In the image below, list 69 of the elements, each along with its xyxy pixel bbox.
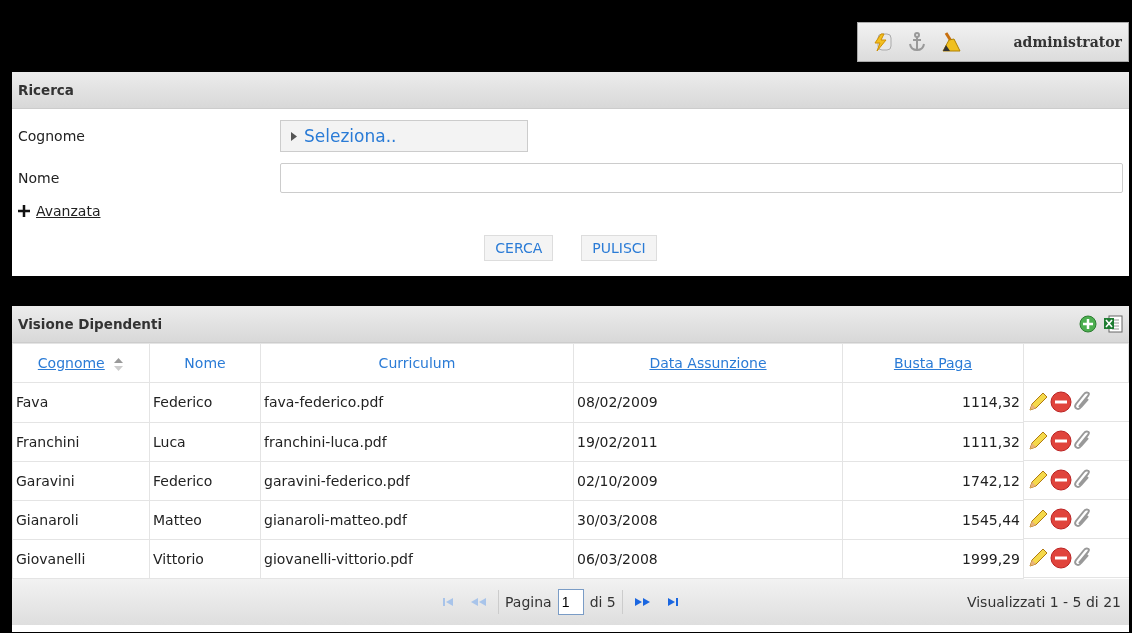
table-cell: 30/03/2008 <box>573 500 843 539</box>
broom-icon[interactable] <box>940 31 962 53</box>
paperclip-icon[interactable] <box>1073 469 1093 491</box>
sort-icon[interactable] <box>113 357 125 371</box>
table-cell: fava-federico.pdf <box>260 382 574 422</box>
select-dropdown[interactable]: Seleziona.. <box>280 120 528 152</box>
last-page-icon[interactable] <box>665 597 678 606</box>
remove-icon[interactable] <box>1050 430 1072 452</box>
anchor-icon[interactable] <box>906 31 928 53</box>
action-button[interactable]: CERCA <box>484 235 554 261</box>
table-cell: gianaroli-matteo.pdf <box>260 500 574 539</box>
paperclip-icon[interactable] <box>1073 430 1093 452</box>
next-page-icon[interactable] <box>633 597 650 606</box>
table-cell: Luca <box>149 422 261 461</box>
remove-icon[interactable] <box>1050 547 1072 569</box>
table-cell: Vittorio <box>149 539 261 578</box>
paperclip-icon[interactable] <box>1073 508 1093 530</box>
column-header[interactable]: Cognome <box>37 355 105 371</box>
pencil-icon[interactable] <box>1027 508 1049 530</box>
column-header: Curriculum <box>378 355 456 371</box>
remove-icon[interactable] <box>1050 469 1072 491</box>
table-cell: 1114,32 <box>842 382 1024 422</box>
column-header[interactable]: Data Assunzione <box>649 355 767 371</box>
pencil-icon[interactable] <box>1027 430 1049 452</box>
table-cell: garavini-federico.pdf <box>260 461 574 500</box>
table-cell: Gianaroli <box>12 500 150 539</box>
table-cell: 1742,12 <box>842 461 1024 500</box>
table-cell: Federico <box>149 461 261 500</box>
paperclip-icon[interactable] <box>1073 547 1093 569</box>
table-cell: 1545,44 <box>842 500 1024 539</box>
table-cell: franchini-luca.pdf <box>260 422 574 461</box>
table-cell: 08/02/2009 <box>573 382 843 422</box>
panel-title: Ricerca <box>18 82 74 98</box>
table-cell: 02/10/2009 <box>573 461 843 500</box>
table-cell: Giovanelli <box>12 539 150 578</box>
table-cell: Fava <box>12 382 150 422</box>
remove-icon[interactable] <box>1050 508 1072 530</box>
triangle-icon <box>291 131 297 141</box>
table-cell: Matteo <box>149 500 261 539</box>
column-header[interactable]: Busta Paga <box>893 355 973 371</box>
table-cell: Garavini <box>12 461 150 500</box>
user-name: administrator <box>1013 34 1122 50</box>
table-cell: Franchini <box>12 422 150 461</box>
field-label: Cognome <box>18 128 86 144</box>
spreadsheet-export-icon[interactable] <box>1103 314 1123 334</box>
field-label: Nome <box>18 170 61 186</box>
table-cell: giovanelli-vittorio.pdf <box>260 539 574 578</box>
plus-icon[interactable] <box>18 205 30 217</box>
advanced-link[interactable]: Avanzata <box>36 203 101 219</box>
pencil-icon[interactable] <box>1027 469 1049 491</box>
table-cell: 19/02/2011 <box>573 422 843 461</box>
page-label: Pagina <box>505 593 552 610</box>
lightning-database-icon[interactable] <box>872 31 894 53</box>
remove-icon[interactable] <box>1050 391 1072 413</box>
panel-title: Visione Dipendenti <box>18 316 163 332</box>
column-header: Nome <box>184 355 226 371</box>
table-cell: 06/03/2008 <box>573 539 843 578</box>
action-button[interactable]: PULISCI <box>581 235 657 261</box>
page-input[interactable]: 1 <box>557 588 584 615</box>
records-summary: Visualizzati 1 - 5 di 21 <box>966 593 1121 610</box>
table-cell: 1999,29 <box>842 539 1024 578</box>
page-count: di 5 <box>589 593 616 610</box>
paperclip-icon[interactable] <box>1073 391 1093 413</box>
pencil-icon[interactable] <box>1027 391 1049 413</box>
input-field[interactable] <box>280 163 1123 193</box>
pencil-icon[interactable] <box>1027 547 1049 569</box>
table-cell: Federico <box>149 382 261 422</box>
add-icon[interactable] <box>1079 315 1097 333</box>
table-cell: 1111,32 <box>842 422 1024 461</box>
